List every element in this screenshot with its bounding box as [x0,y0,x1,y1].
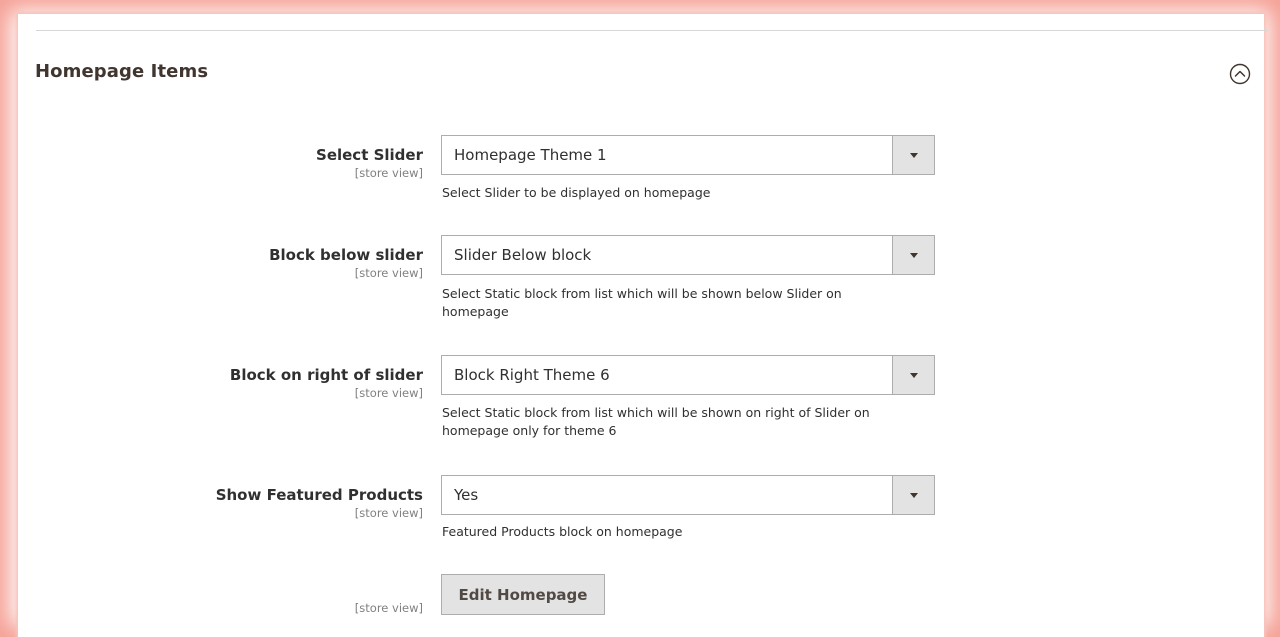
edit-homepage-scope: [store view] [354,601,423,615]
chevron-down-icon [910,373,918,378]
show-featured-products-label: Show Featured Products [215,486,423,504]
block-right-slider-note: Select Static block from list which will… [442,405,870,438]
block-right-slider-scope: [store view] [354,386,423,400]
chevron-down-icon [910,493,918,498]
dropdown-arrow [892,476,934,514]
show-featured-products-value: Yes [454,486,479,504]
block-below-slider-scope: [store view] [354,266,423,280]
chevron-down-icon [910,153,918,158]
chevron-down-icon [910,253,918,258]
edit-homepage-button[interactable]: Edit Homepage [441,574,605,615]
show-featured-products-dropdown[interactable]: Yes [441,475,935,515]
select-slider-label: Select Slider [316,146,423,164]
section-title: Homepage Items [35,61,209,82]
block-below-slider-dropdown[interactable]: Slider Below block [441,235,935,275]
block-below-slider-note: Select Static block from list which will… [442,286,842,319]
show-featured-products-scope: [store view] [354,506,423,520]
dropdown-arrow [892,236,934,274]
block-below-slider-value: Slider Below block [454,246,592,264]
block-below-slider-label: Block below slider [269,246,423,264]
config-panel [18,14,1264,637]
select-slider-value: Homepage Theme 1 [454,146,607,164]
select-slider-dropdown[interactable]: Homepage Theme 1 [441,135,935,175]
dropdown-arrow [892,356,934,394]
section-divider [36,30,1268,31]
select-slider-scope: [store view] [354,166,423,180]
block-right-slider-value: Block Right Theme 6 [454,366,610,384]
select-slider-note: Select Slider to be displayed on homepag… [442,185,711,200]
chevron-up-circle-icon[interactable] [1229,63,1251,85]
block-right-slider-label: Block on right of slider [229,366,423,384]
show-featured-products-note: Featured Products block on homepage [442,524,683,539]
block-right-slider-dropdown[interactable]: Block Right Theme 6 [441,355,935,395]
dropdown-arrow [892,136,934,174]
